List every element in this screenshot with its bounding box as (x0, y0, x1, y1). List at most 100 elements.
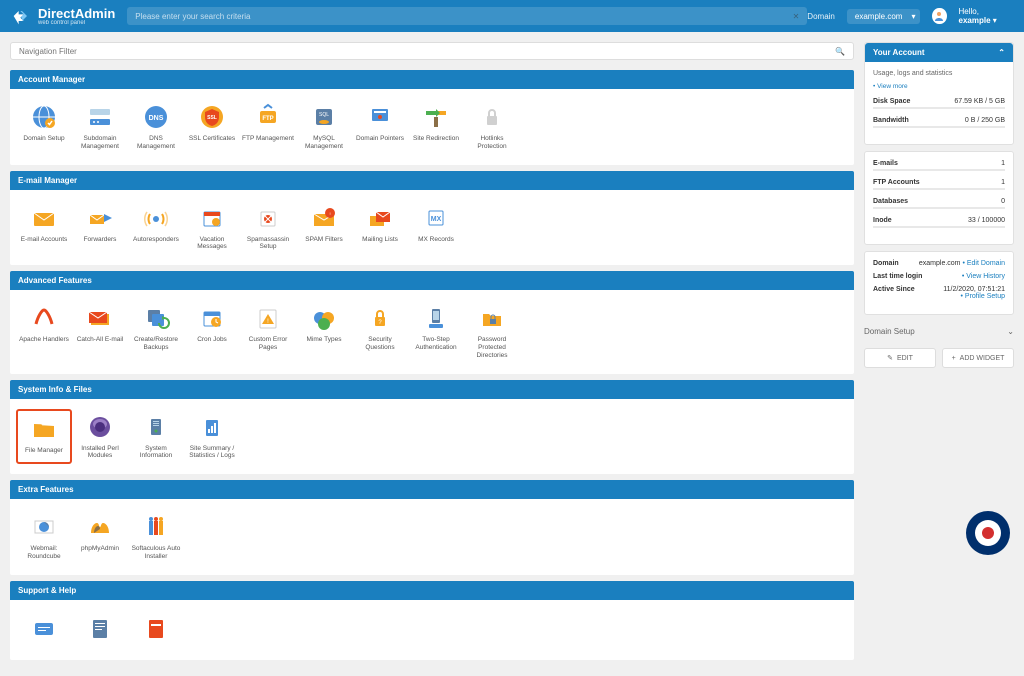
view-history-link[interactable]: • View History (962, 273, 1005, 280)
domain-setup-collapse[interactable]: Domain Setup ⌄ (864, 321, 1014, 342)
item-support-2[interactable] (72, 610, 128, 650)
chevron-down-icon: ⌄ (1007, 327, 1014, 336)
search-bar[interactable]: ✕ (127, 7, 807, 25)
perl-icon (86, 413, 114, 441)
section-header[interactable]: Advanced Features (10, 271, 854, 290)
item-perl-modules[interactable]: Installed Perl Modules (72, 409, 128, 465)
folder-icon (30, 415, 58, 443)
item-security-questions[interactable]: ?Security Questions (352, 300, 408, 363)
item-site-redirection[interactable]: Site Redirection (408, 99, 464, 155)
item-cron-jobs[interactable]: Cron Jobs (184, 300, 240, 363)
item-mailing-lists[interactable]: Mailing Lists (352, 200, 408, 256)
item-domain-pointers[interactable]: Domain Pointers (352, 99, 408, 155)
section-header[interactable]: Account Manager (10, 70, 854, 89)
cron-icon (198, 304, 226, 332)
top-header: DirectAdmin web control panel ✕ Domain e… (0, 0, 1024, 32)
item-softaculous[interactable]: Softaculous Auto Installer (128, 509, 184, 565)
item-autoresponders[interactable]: Autoresponders (128, 200, 184, 256)
ftp-icon: FTP (254, 103, 282, 131)
item-catch-all-email[interactable]: Catch-All E-mail (72, 300, 128, 363)
item-apache-handlers[interactable]: Apache Handlers (16, 300, 72, 363)
add-widget-button[interactable]: +ADD WIDGET (942, 348, 1014, 368)
item-ssl-certificates[interactable]: SSLSSL Certificates (184, 99, 240, 155)
catchall-icon (86, 304, 114, 332)
item-system-information[interactable]: System Information (128, 409, 184, 465)
section-system-info: System Info & Files File Manager Install… (10, 380, 854, 475)
navigation-filter[interactable]: 🔍 (10, 42, 854, 60)
item-mime-types[interactable]: Mime Types (296, 300, 352, 363)
svg-text:SSL: SSL (207, 115, 217, 121)
logo-icon (12, 6, 32, 26)
pointer-icon (366, 103, 394, 131)
backup-icon (142, 304, 170, 332)
item-phpmyadmin[interactable]: phpMyAdmin (72, 509, 128, 565)
svg-text:FTP: FTP (262, 116, 273, 122)
protected-dir-icon (478, 304, 506, 332)
ticket-icon (30, 614, 58, 642)
item-file-manager[interactable]: File Manager (16, 409, 72, 465)
mx-icon: MX (422, 204, 450, 232)
envelope-icon (30, 204, 58, 232)
item-dns-management[interactable]: DNSDNS Management (128, 99, 184, 155)
stats-icon (198, 413, 226, 441)
your-account-card: Your Account ⌃ Usage, logs and statistic… (864, 42, 1014, 145)
mime-icon (310, 304, 338, 332)
roundcube-icon (30, 513, 58, 541)
svg-text:!: ! (329, 211, 330, 216)
item-two-step-auth[interactable]: Two-Step Authentication (408, 300, 464, 363)
item-site-summary[interactable]: Site Summary / Statistics / Logs (184, 409, 240, 465)
item-subdomain-management[interactable]: Subdomain Management (72, 99, 128, 155)
nav-filter-input[interactable] (19, 47, 835, 56)
search-input[interactable] (135, 12, 792, 21)
chevron-down-icon: ▾ (993, 16, 997, 25)
server-icon (142, 413, 170, 441)
logo[interactable]: DirectAdmin web control panel (12, 6, 115, 26)
item-backups[interactable]: Create/Restore Backups (128, 300, 184, 363)
edit-button[interactable]: ✎EDIT (864, 348, 936, 368)
item-email-accounts[interactable]: E-mail Accounts (16, 200, 72, 256)
section-header[interactable]: Extra Features (10, 480, 854, 499)
item-roundcube[interactable]: Webmail: Roundcube (16, 509, 72, 565)
chevron-up-icon: ⌃ (998, 48, 1005, 57)
apache-icon (30, 304, 58, 332)
usage-title: Usage, logs and statistics (873, 70, 1005, 77)
profile-setup-link[interactable]: • Profile Setup (961, 293, 1005, 300)
main-column: 🔍 Account Manager Domain Setup Subdomain… (10, 42, 854, 666)
sidebar: Your Account ⌃ Usage, logs and statistic… (864, 42, 1014, 666)
item-hotlinks-protection[interactable]: Hotlinks Protection (464, 99, 520, 155)
lock-icon (478, 103, 506, 131)
svg-text:SQL: SQL (319, 112, 329, 118)
user-avatar-icon[interactable] (932, 8, 946, 24)
item-mx-records[interactable]: MXMX Records (408, 200, 464, 256)
section-header[interactable]: E-mail Manager (10, 171, 854, 190)
item-mysql-management[interactable]: SQLMySQL Management (296, 99, 352, 155)
item-forwarders[interactable]: Forwarders (72, 200, 128, 256)
section-support-help: Support & Help (10, 581, 854, 660)
item-support-1[interactable] (16, 610, 72, 650)
error-page-icon: ! (254, 304, 282, 332)
item-password-protected[interactable]: Password Protected Directories (464, 300, 520, 363)
logo-title: DirectAdmin (38, 7, 115, 20)
view-more-link[interactable]: • View more (873, 83, 1005, 90)
greeting[interactable]: Hello, example ▾ (959, 7, 1013, 25)
autoresponder-icon (142, 204, 170, 232)
edit-domain-link[interactable]: • Edit Domain (962, 260, 1005, 267)
section-advanced-features: Advanced Features Apache Handlers Catch-… (10, 271, 854, 373)
floating-action-button[interactable] (966, 511, 1010, 555)
item-support-3[interactable] (128, 610, 184, 650)
svg-text:MX: MX (431, 216, 442, 223)
domain-select[interactable]: example.com ▾ (847, 9, 921, 24)
item-spam-filters[interactable]: !SPAM Filters (296, 200, 352, 256)
docs-icon (86, 614, 114, 642)
item-spamassassin[interactable]: Spamassassin Setup (240, 200, 296, 256)
section-email-manager: E-mail Manager E-mail Accounts Forwarder… (10, 171, 854, 266)
item-domain-setup[interactable]: Domain Setup (16, 99, 72, 155)
section-header[interactable]: Support & Help (10, 581, 854, 600)
item-ftp-management[interactable]: FTPFTP Management (240, 99, 296, 155)
spamassassin-icon (254, 204, 282, 232)
your-account-header[interactable]: Your Account ⌃ (865, 43, 1013, 62)
search-clear-icon[interactable]: ✕ (793, 12, 800, 21)
item-error-pages[interactable]: !Custom Error Pages (240, 300, 296, 363)
item-vacation-messages[interactable]: Vacation Messages (184, 200, 240, 256)
section-header[interactable]: System Info & Files (10, 380, 854, 399)
